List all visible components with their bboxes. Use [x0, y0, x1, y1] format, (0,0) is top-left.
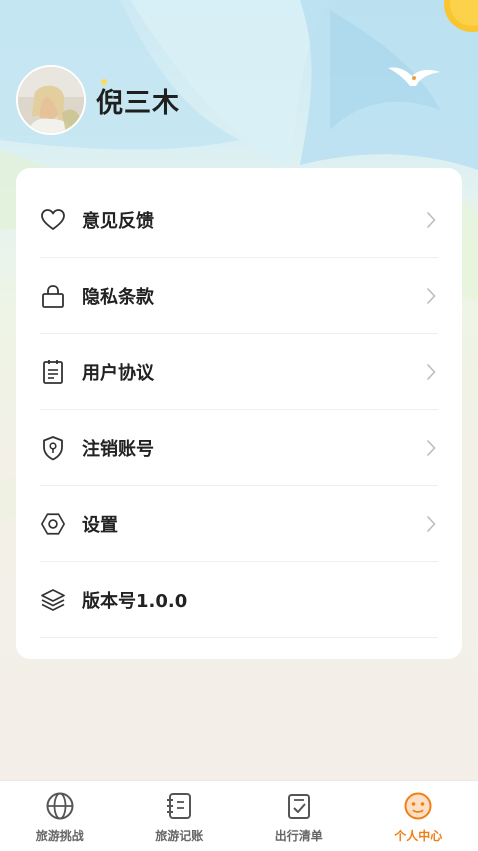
tab-label: 个人中心: [394, 827, 442, 844]
menu-item-delete-account[interactable]: 注销账号: [40, 410, 438, 486]
avatar[interactable]: [16, 65, 86, 135]
chevron-right-icon: [424, 438, 438, 458]
tab-label: 旅游记账: [155, 827, 203, 844]
user-name: 倪三木: [96, 81, 180, 120]
layers-icon: [40, 587, 66, 613]
tab-label: 出行清单: [275, 827, 323, 844]
shield-icon: [40, 435, 66, 461]
menu-card: 意见反馈 隐私条款 用户协议 注销账号: [16, 168, 462, 659]
menu-item-label: 意见反馈: [82, 207, 424, 233]
checklist-icon: [284, 791, 314, 821]
chevron-right-icon: [424, 210, 438, 230]
globe-icon: [45, 791, 75, 821]
heart-icon: [40, 207, 66, 233]
menu-item-feedback[interactable]: 意见反馈: [40, 182, 438, 258]
menu-item-privacy[interactable]: 隐私条款: [40, 258, 438, 334]
chevron-right-icon: [424, 286, 438, 306]
tab-travel-checklist[interactable]: 出行清单: [239, 781, 359, 851]
chevron-right-icon: [424, 514, 438, 534]
menu-item-settings[interactable]: 设置: [40, 486, 438, 562]
version-label: 版本号1.0.0: [82, 587, 438, 613]
bottom-tab-bar: 旅游挑战 旅游记账 出行清单 个人中心: [0, 780, 478, 851]
avatar-photo: [18, 67, 84, 133]
menu-item-label: 设置: [82, 511, 424, 537]
tab-travel-challenge[interactable]: 旅游挑战: [0, 781, 120, 851]
document-icon: [40, 359, 66, 385]
menu-item-user-agreement[interactable]: 用户协议: [40, 334, 438, 410]
tab-personal-center[interactable]: 个人中心: [359, 781, 478, 851]
lock-icon: [40, 283, 66, 309]
menu-item-label: 用户协议: [82, 359, 424, 385]
chevron-right-icon: [424, 362, 438, 382]
smiley-icon: [403, 791, 433, 821]
profile-header: 倪三木: [16, 64, 180, 136]
menu-item-label: 隐私条款: [82, 283, 424, 309]
hexagon-icon: [40, 511, 66, 537]
tab-travel-accounting[interactable]: 旅游记账: [120, 781, 240, 851]
notebook-icon: [164, 791, 194, 821]
tab-label: 旅游挑战: [36, 827, 84, 844]
menu-item-version: 版本号1.0.0: [40, 562, 438, 638]
menu-item-label: 注销账号: [82, 435, 424, 461]
